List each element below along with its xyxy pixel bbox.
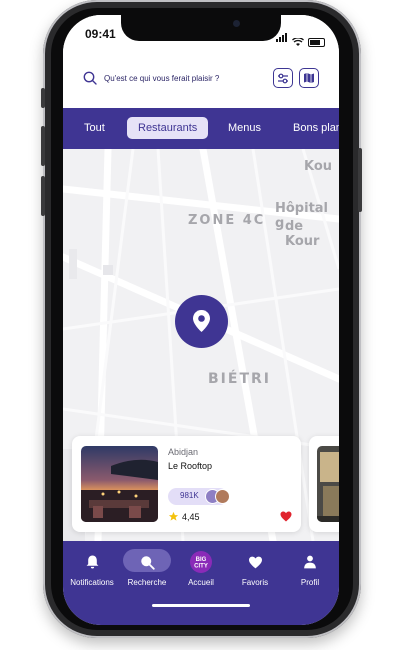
nav-notifications[interactable]: Notifications: [63, 551, 122, 587]
battery-icon: [308, 38, 325, 47]
place-photo: [317, 446, 339, 522]
tab-bons-plans[interactable]: Bons plans: [293, 117, 339, 139]
rating: 4,45: [168, 511, 200, 522]
map-label-top: Kou: [304, 159, 333, 174]
place-name: Le Rooftop: [168, 461, 213, 471]
volume-up-button: [41, 126, 45, 166]
bell-icon: [86, 555, 98, 569]
tab-tout[interactable]: Tout: [84, 117, 105, 139]
nav-profil[interactable]: Profil: [280, 551, 339, 587]
status-time: 09:41: [85, 27, 116, 41]
filter-button[interactable]: [273, 68, 293, 88]
sliders-icon: [278, 73, 288, 83]
favorite-heart-icon[interactable]: [280, 511, 292, 522]
avatar: [215, 489, 230, 504]
map-label-district: BIÉTRI: [208, 371, 271, 387]
star-icon: [168, 511, 179, 521]
map-view-button[interactable]: [299, 68, 319, 88]
category-tabs: Tout Restaurants Menus Bons plans: [63, 108, 339, 149]
map-label-zone: ZONE 4C: [188, 213, 266, 228]
place-photo: [81, 446, 158, 522]
place-city: Abidjan: [168, 447, 199, 457]
search-input[interactable]: Qu'est ce qui vous ferait plaisir ?: [104, 74, 219, 83]
volume-down-button: [41, 176, 45, 216]
search-icon: [83, 71, 97, 85]
big-city-logo: BIG CITY: [190, 551, 212, 573]
status-bar: 09:41: [63, 15, 339, 55]
wifi-icon: [292, 38, 304, 46]
mute-switch: [41, 88, 45, 108]
nav-favoris[interactable]: Favoris: [225, 551, 285, 587]
bottom-navigation: Notifications Recherche BIG CITY Accueil…: [63, 541, 339, 625]
place-card[interactable]: Abidjan Le Rooftop 981K 4,45: [72, 436, 301, 532]
map-icon: [304, 73, 314, 83]
search-bar[interactable]: Qu'est ce qui vous ferait plaisir ?: [63, 55, 339, 107]
home-indicator: [152, 604, 250, 607]
svg-text:CITY: CITY: [194, 564, 208, 570]
svg-text:BIG: BIG: [196, 557, 207, 563]
power-button: [358, 148, 362, 212]
tab-restaurants[interactable]: Restaurants: [127, 117, 209, 139]
location-pin-icon[interactable]: [175, 295, 228, 348]
map-label-hospital-2: de Kour: [285, 219, 320, 249]
nav-recherche[interactable]: Recherche: [117, 551, 177, 587]
notch: [121, 15, 281, 41]
likes-count: 981K: [180, 491, 199, 500]
heart-icon: [248, 556, 262, 568]
user-icon: [304, 555, 316, 569]
nav-accueil[interactable]: BIG CITY Accueil: [171, 551, 231, 587]
place-card[interactable]: [309, 436, 339, 532]
likes-badge: 981K: [168, 488, 230, 505]
search-icon: [140, 555, 155, 570]
rating-value: 4,45: [182, 511, 200, 522]
app-screen: 09:41 Qu'est ce qui vous ferait plaisir …: [63, 15, 339, 625]
tab-menus[interactable]: Menus: [228, 117, 261, 139]
